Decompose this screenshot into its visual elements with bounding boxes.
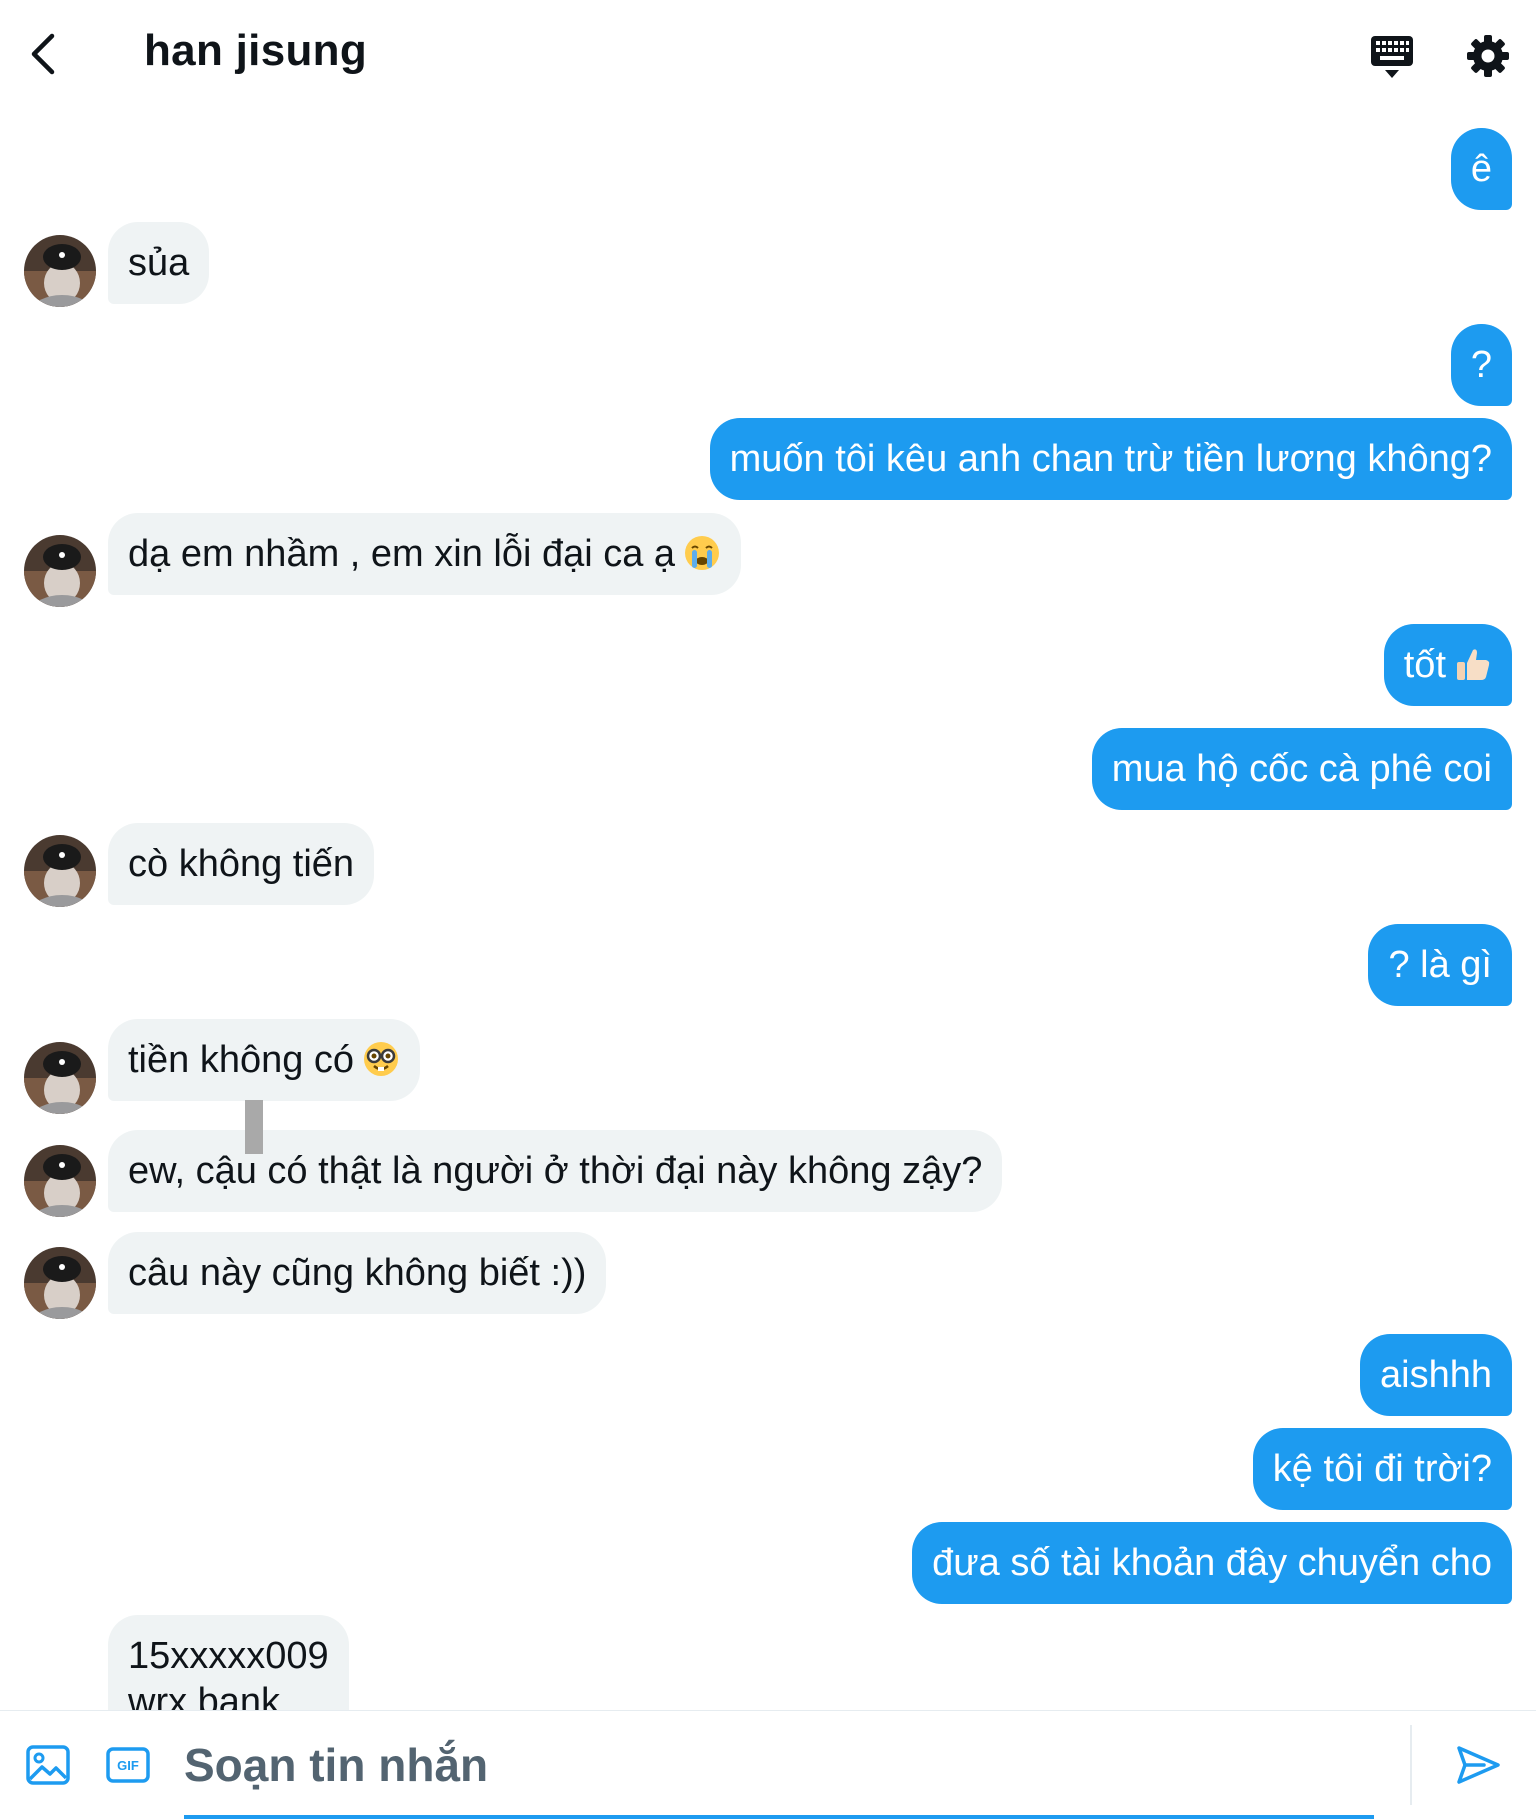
message-incoming[interactable]: ew, cậu có thật là người ở thời đại này …	[108, 1130, 1003, 1212]
add-gif-button[interactable]: GIF	[104, 1741, 152, 1789]
send-icon	[1457, 1746, 1500, 1784]
message-outgoing[interactable]: kệ tôi đi trời?	[1252, 1428, 1512, 1510]
message-incoming[interactable]: sủa	[108, 222, 210, 304]
avatar[interactable]	[24, 835, 96, 907]
message-incoming[interactable]: 15xxxxx009 wrx bank	[108, 1615, 349, 1710]
avatar[interactable]	[24, 535, 96, 607]
gif-icon: GIF	[106, 1747, 150, 1783]
message-thread[interactable]: ê sủa ? muốn tôi kêu anh chan trừ tiền l…	[0, 0, 1536, 1710]
message-outgoing[interactable]: ? là gì	[1368, 924, 1512, 1006]
message-outgoing[interactable]: muốn tôi kêu anh chan trừ tiền lương khô…	[709, 418, 1512, 500]
message-outgoing[interactable]: mua hộ cốc cà phê coi	[1091, 728, 1512, 810]
avatar-image	[24, 835, 96, 907]
message-text-line: wrx bank	[128, 1681, 281, 1710]
message-text-line: 15xxxxx009	[128, 1635, 329, 1677]
add-image-button[interactable]	[24, 1741, 72, 1789]
thumbs-up-icon	[1454, 645, 1492, 683]
avatar-image	[24, 1042, 96, 1114]
send-button[interactable]	[1454, 1741, 1502, 1789]
avatar[interactable]	[24, 1145, 96, 1217]
gif-label: GIF	[117, 1758, 139, 1773]
message-text: tốt	[1403, 644, 1446, 686]
message-composer: GIF	[0, 1710, 1536, 1819]
avatar[interactable]	[24, 1042, 96, 1114]
message-outgoing[interactable]: đưa số tài khoản đây chuyển cho	[912, 1522, 1512, 1604]
loudly-crying-face-icon	[683, 534, 721, 572]
message-outgoing[interactable]: ê	[1450, 128, 1512, 210]
image-icon	[26, 1745, 70, 1785]
avatar[interactable]	[24, 1247, 96, 1319]
message-incoming[interactable]: cò không tiến	[108, 823, 375, 905]
message-outgoing[interactable]: aishhh	[1360, 1334, 1512, 1416]
message-outgoing[interactable]: tốt	[1383, 624, 1512, 706]
message-text: tiền không có	[128, 1039, 355, 1081]
composer-divider	[1410, 1725, 1412, 1805]
message-text: dạ em nhầm , em xin lỗi đại ca ạ	[128, 533, 676, 575]
message-incoming[interactable]: câu này cũng không biết :))	[108, 1232, 607, 1314]
avatar-image	[24, 1145, 96, 1217]
message-incoming[interactable]: dạ em nhầm , em xin lỗi đại ca ạ	[108, 513, 742, 595]
avatar[interactable]	[24, 235, 96, 307]
avatar-image	[24, 1247, 96, 1319]
avatar-image	[24, 235, 96, 307]
avatar-image	[24, 535, 96, 607]
nerd-face-icon	[362, 1040, 400, 1078]
input-focus-underline	[184, 1815, 1374, 1819]
message-outgoing[interactable]: ?	[1450, 324, 1512, 406]
message-input[interactable]	[184, 1725, 1374, 1805]
message-incoming[interactable]: tiền không có	[108, 1019, 421, 1101]
text-cursor-marker	[245, 1100, 263, 1154]
